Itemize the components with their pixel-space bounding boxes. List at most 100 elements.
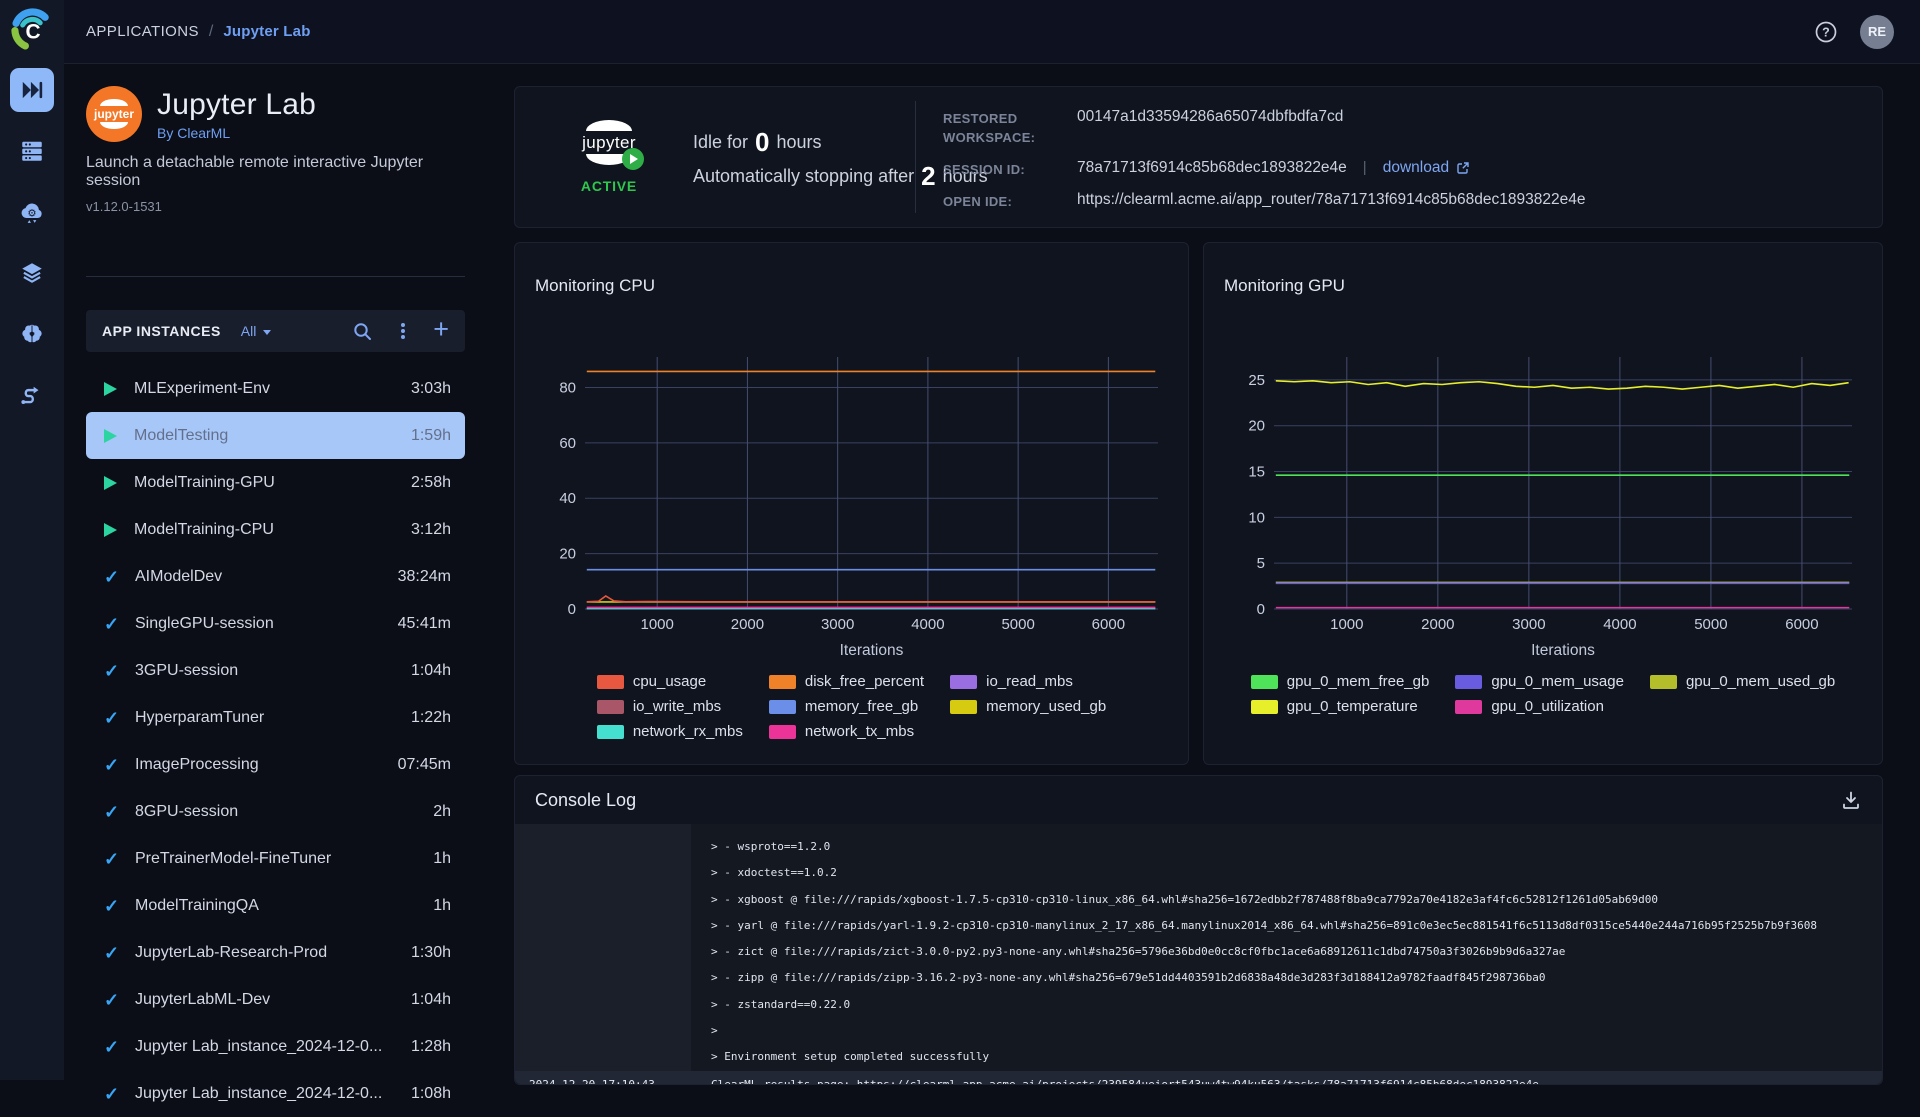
legend-swatch [1455, 699, 1483, 714]
user-avatar[interactable]: RE [1860, 14, 1894, 49]
app-byline[interactable]: By ClearML [157, 125, 316, 141]
instances-filter-dropdown[interactable]: All [241, 323, 272, 339]
instance-name: 8GPU-session [135, 802, 239, 820]
app-instance-row[interactable]: ✓ JupyterLab-Research-Prod 1:30h [86, 929, 465, 976]
layers-icon [22, 263, 42, 283]
legend-item-gpu_0_mem_usage[interactable]: gpu_0_mem_usage [1455, 673, 1624, 690]
log-line: > - zipp @ file:///rapids/zipp-3.16.2-py… [711, 971, 1546, 985]
breadcrumb-applications[interactable]: APPLICATIONS [86, 23, 199, 40]
svg-text:⚙: ⚙ [27, 207, 36, 219]
legend-swatch [1250, 674, 1278, 689]
instance-duration: 45:41m [397, 614, 451, 632]
app-instance-row[interactable]: ✓ ImageProcessing 07:45m [86, 741, 465, 788]
app-instance-row[interactable]: ✓ Jupyter Lab_instance_2024-12-0... 1:28h [86, 1023, 465, 1070]
legend-item-network_rx_mbs[interactable]: network_rx_mbs [596, 723, 743, 740]
app-instance-row[interactable]: ✓ 8GPU-session 2h [86, 788, 465, 835]
legend-item-network_tx_mbs[interactable]: network_tx_mbs [768, 723, 924, 740]
instance-duration: 07:45m [397, 755, 451, 773]
app-instance-row[interactable]: ✓ Jupyter Lab_instance_2024-12-0... 1:08h [86, 1070, 465, 1117]
legend-label: gpu_0_utilization [1491, 698, 1604, 715]
left-nav-rail: C ⚙ [0, 0, 64, 1080]
console-log-card: Console Log > - wsproto==1.2.0 > - xdocte… [514, 775, 1883, 1085]
legend-item-gpu_0_mem_used_gb[interactable]: gpu_0_mem_used_gb [1649, 673, 1836, 690]
status-badge: ACTIVE [580, 178, 638, 194]
legend-item-io_write_mbs[interactable]: io_write_mbs [596, 698, 743, 715]
app-instances-header: APP INSTANCES All + [86, 310, 465, 352]
legend-label: gpu_0_mem_used_gb [1685, 673, 1836, 690]
download-log-icon[interactable] [1840, 789, 1862, 811]
svg-text:6000: 6000 [1785, 616, 1818, 633]
running-icon [104, 522, 117, 537]
svg-text:15: 15 [1248, 464, 1265, 481]
app-instance-row[interactable]: ✓ PreTrainerModel-FineTuner 1h [86, 835, 465, 882]
log-line: > - wsproto==1.2.0 [711, 840, 831, 853]
app-instance-row[interactable]: MLExperiment-Env 3:03h [86, 365, 465, 412]
nav-datasets[interactable] [10, 251, 54, 295]
completed-check-icon: ✓ [104, 942, 120, 963]
legend-swatch [768, 674, 796, 689]
cpu-chart-plot[interactable]: 0 20 40 60 80 1000 2000 3000 4000 5000 6000 [535, 351, 1170, 636]
app-instance-row[interactable]: ModelTraining-CPU 3:12h [86, 506, 465, 553]
app-instance-row[interactable]: ✓ SingleGPU-session 45:41m [86, 600, 465, 647]
legend-swatch [950, 674, 978, 689]
app-instance-row[interactable]: ✓ AIModelDev 38:24m [86, 553, 465, 600]
legend-item-memory_used_gb[interactable]: memory_used_gb [950, 698, 1106, 715]
app-instance-row[interactable]: ✓ ModelTrainingQA 1h [86, 882, 465, 929]
search-button[interactable] [352, 321, 373, 342]
gpu-chart-legend: gpu_0_mem_free_gb gpu_0_mem_usage gpu_0_me… [1204, 673, 1882, 715]
jupyter-arc [100, 122, 128, 129]
top-bar: APPLICATIONS / Jupyter Lab ? RE [64, 0, 1920, 64]
svg-text:40: 40 [559, 490, 576, 507]
download-link[interactable]: download [1383, 159, 1470, 177]
instance-name: ModelTesting [134, 426, 229, 444]
legend-item-gpu_0_temperature[interactable]: gpu_0_temperature [1250, 698, 1430, 715]
instance-name: 3GPU-session [135, 661, 239, 679]
nav-autoscalers[interactable]: ⚙ [10, 190, 54, 234]
gpu-chart-plot[interactable]: 0 5 10 15 20 25 1000 2000 3000 4000 5000 6000 [1224, 351, 1864, 636]
nav-pipelines[interactable] [10, 373, 54, 417]
app-title: Jupyter Lab [157, 88, 316, 121]
legend-item-io_read_mbs[interactable]: io_read_mbs [950, 673, 1106, 690]
console-log-output[interactable]: > - wsproto==1.2.0 > - xdoctest==1.0.2 > -… [515, 824, 1882, 1084]
brain-icon [22, 324, 42, 343]
cpu-chart-xlabel: Iterations [839, 642, 904, 659]
legend-swatch [950, 699, 978, 714]
legend-swatch [596, 674, 624, 689]
completed-check-icon: ✓ [104, 1083, 120, 1104]
app-instance-row[interactable]: ModelTraining-GPU 2:58h [86, 459, 465, 506]
help-icon[interactable]: ? [1814, 20, 1838, 44]
instance-duration: 3:12h [410, 520, 451, 538]
legend-item-gpu_0_mem_free_gb[interactable]: gpu_0_mem_free_gb [1250, 673, 1429, 690]
nav-workers[interactable] [10, 129, 54, 173]
app-instance-row[interactable]: ✓ JupyterLabML-Dev 1:04h [86, 976, 465, 1023]
app-instance-row[interactable]: ✓ 3GPU-session 1:04h [86, 647, 465, 694]
instance-name: PreTrainerModel-FineTuner [135, 849, 332, 867]
legend-item-gpu_0_utilization[interactable]: gpu_0_utilization [1455, 698, 1624, 715]
card-divider [915, 101, 916, 213]
completed-check-icon: ✓ [104, 895, 120, 916]
log-line: > - zict @ file:///rapids/zict-3.0.0-py2… [711, 945, 1566, 959]
app-instance-row[interactable]: ModelTesting 1:59h [86, 412, 465, 459]
instance-name: ModelTrainingQA [135, 896, 259, 914]
legend-item-disk_free_percent[interactable]: disk_free_percent [768, 673, 924, 690]
more-options-button[interactable] [394, 321, 412, 341]
add-instance-button[interactable]: + [433, 316, 449, 343]
svg-text:4000: 4000 [1603, 616, 1636, 633]
series-cpu_usage [586, 595, 1156, 603]
clearml-logo-icon[interactable]: C [10, 8, 54, 52]
jupyter-status-logo: jupyter [582, 120, 644, 170]
app-instance-row[interactable]: ✓ HyperparamTuner 1:22h [86, 694, 465, 741]
legend-item-memory_free_gb[interactable]: memory_free_gb [768, 698, 924, 715]
svg-text:0: 0 [568, 601, 576, 618]
svg-text:5: 5 [1257, 555, 1265, 572]
nav-applications[interactable] [10, 68, 54, 112]
nav-models[interactable] [10, 312, 54, 356]
instance-duration: 1:30h [410, 943, 451, 961]
legend-item-cpu_usage[interactable]: cpu_usage [596, 673, 743, 690]
svg-text:6000: 6000 [1092, 616, 1125, 633]
restored-workspace-value: 00147a1d33594286a65074dbfbdfa7cd [1077, 108, 1344, 125]
breadcrumb: APPLICATIONS / Jupyter Lab [86, 23, 311, 41]
instance-name: SingleGPU-session [135, 614, 274, 632]
legend-swatch [768, 699, 796, 714]
open-ide-url[interactable]: https://clearml.acme.ai/app_router/78a71… [1077, 191, 1862, 209]
